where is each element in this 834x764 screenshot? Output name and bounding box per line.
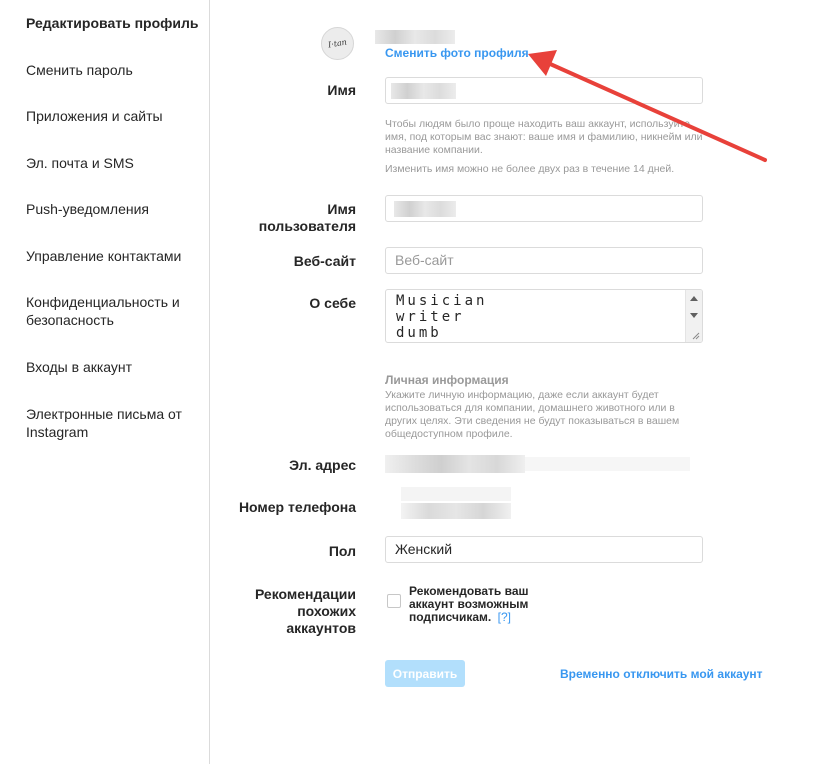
bio-label: О себе bbox=[309, 295, 356, 311]
name-value-redacted bbox=[391, 83, 456, 99]
sidebar-item-edit-profile[interactable]: Редактировать профиль bbox=[26, 14, 201, 32]
personal-info-title: Личная информация bbox=[385, 373, 509, 387]
name-hint: Чтобы людям было проще находить ваш акка… bbox=[385, 118, 703, 156]
website-input[interactable]: Веб-сайт bbox=[385, 247, 703, 274]
email-label: Эл. адрес bbox=[289, 457, 356, 473]
phone-value-redacted-top bbox=[401, 487, 511, 501]
edit-profile-form: I·tan Сменить фото профиля Имя Чтобы люд… bbox=[211, 0, 834, 764]
name-label: Имя bbox=[327, 82, 356, 98]
change-photo-link[interactable]: Сменить фото профиля bbox=[385, 46, 529, 60]
scroll-down-icon[interactable] bbox=[690, 313, 698, 318]
email-value-redacted-tail bbox=[525, 457, 690, 471]
submit-button[interactable]: Отправить bbox=[385, 660, 465, 687]
settings-sidebar: Редактировать профиль Сменить пароль При… bbox=[0, 0, 210, 764]
recommend-help-link[interactable]: [?] bbox=[498, 610, 511, 624]
sidebar-item-instagram-emails[interactable]: Электронные письма от Instagram bbox=[26, 405, 196, 441]
recommend-checkbox[interactable] bbox=[387, 594, 401, 608]
sidebar-item-apps-sites[interactable]: Приложения и сайты bbox=[26, 107, 201, 125]
phone-value-redacted[interactable] bbox=[401, 503, 511, 519]
name-limit-hint: Изменить имя можно не более двух раз в т… bbox=[385, 163, 675, 175]
website-label: Веб-сайт bbox=[293, 253, 356, 269]
username-redacted bbox=[375, 30, 455, 44]
recommend-label: Рекомендации похожих аккаунтов bbox=[254, 586, 356, 636]
resize-handle-icon[interactable] bbox=[692, 332, 700, 340]
sidebar-item-email-sms[interactable]: Эл. почта и SMS bbox=[26, 154, 201, 172]
personal-info-hint: Укажите личную информацию, даже если акк… bbox=[385, 389, 680, 440]
username-input[interactable] bbox=[385, 195, 703, 222]
username-label: Имя пользователя bbox=[258, 201, 356, 234]
profile-avatar[interactable]: I·tan bbox=[321, 27, 354, 60]
disable-account-link[interactable]: Временно отключить мой аккаунт bbox=[560, 667, 763, 681]
sidebar-item-login-activity[interactable]: Входы в аккаунт bbox=[26, 358, 201, 376]
sidebar-item-contacts[interactable]: Управление контактами bbox=[26, 247, 201, 265]
phone-label: Номер телефона bbox=[238, 499, 356, 515]
sidebar-item-push[interactable]: Push-уведомления bbox=[26, 200, 201, 218]
name-input[interactable] bbox=[385, 77, 703, 104]
bio-text: Musician writer dumb bbox=[396, 293, 488, 341]
bio-textarea[interactable]: Musician writer dumb bbox=[385, 289, 703, 343]
sidebar-item-privacy[interactable]: Конфиденциальность и безопасность bbox=[26, 293, 196, 329]
sidebar-item-change-password[interactable]: Сменить пароль bbox=[26, 61, 201, 79]
gender-select[interactable]: Женский bbox=[385, 536, 703, 563]
scroll-up-icon[interactable] bbox=[690, 296, 698, 301]
username-value-redacted bbox=[394, 201, 456, 217]
email-value-redacted[interactable] bbox=[385, 455, 525, 473]
recommend-checkbox-label[interactable]: Рекомендовать ваш аккаунт возможным подп… bbox=[409, 585, 549, 624]
gender-label: Пол bbox=[328, 543, 356, 559]
